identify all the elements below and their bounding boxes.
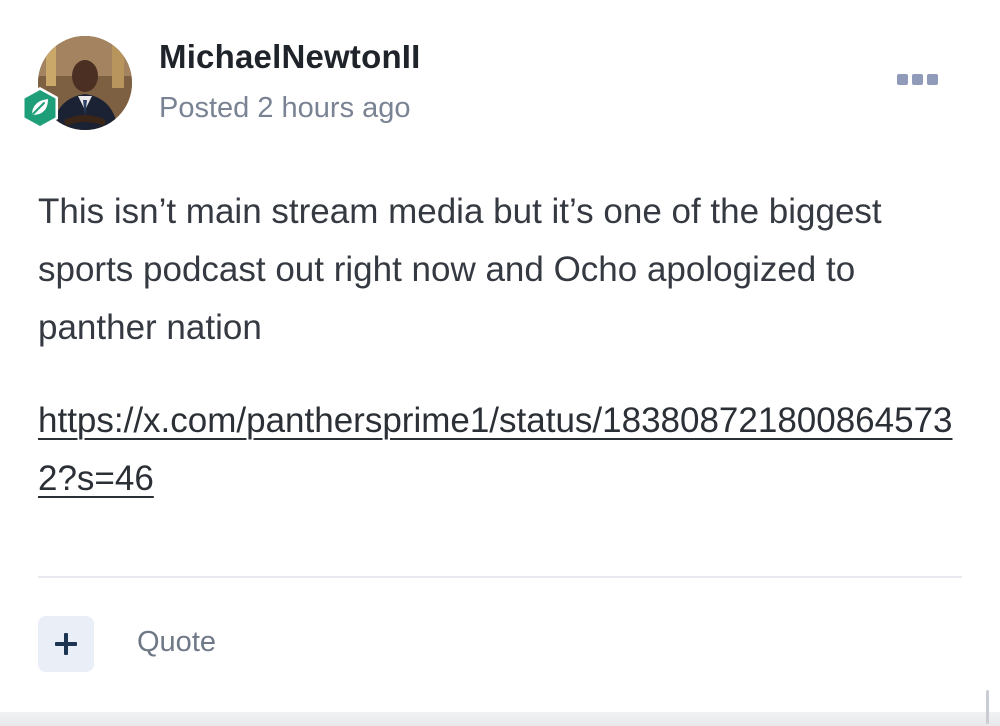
forum-post: MichaelNewtonII Posted 2 hours ago This … — [0, 0, 1000, 712]
leaf-badge-icon — [18, 86, 62, 130]
quote-button[interactable]: Quote — [137, 626, 216, 659]
more-options-button[interactable] — [890, 66, 946, 94]
more-horizontal-icon — [897, 74, 938, 85]
author-name[interactable]: MichaelNewtonII — [159, 38, 421, 76]
scrollbar[interactable] — [986, 690, 989, 724]
post-separator — [0, 712, 1000, 726]
add-reaction-button[interactable] — [38, 616, 94, 672]
author-avatar-group[interactable] — [18, 34, 134, 134]
post-timestamp[interactable]: Posted 2 hours ago — [159, 92, 411, 125]
divider — [38, 576, 962, 578]
post-body: This isn’t main stream media but it’s on… — [38, 192, 882, 347]
post-link[interactable]: https://x.com/panthersprime1/status/1838… — [38, 392, 968, 508]
